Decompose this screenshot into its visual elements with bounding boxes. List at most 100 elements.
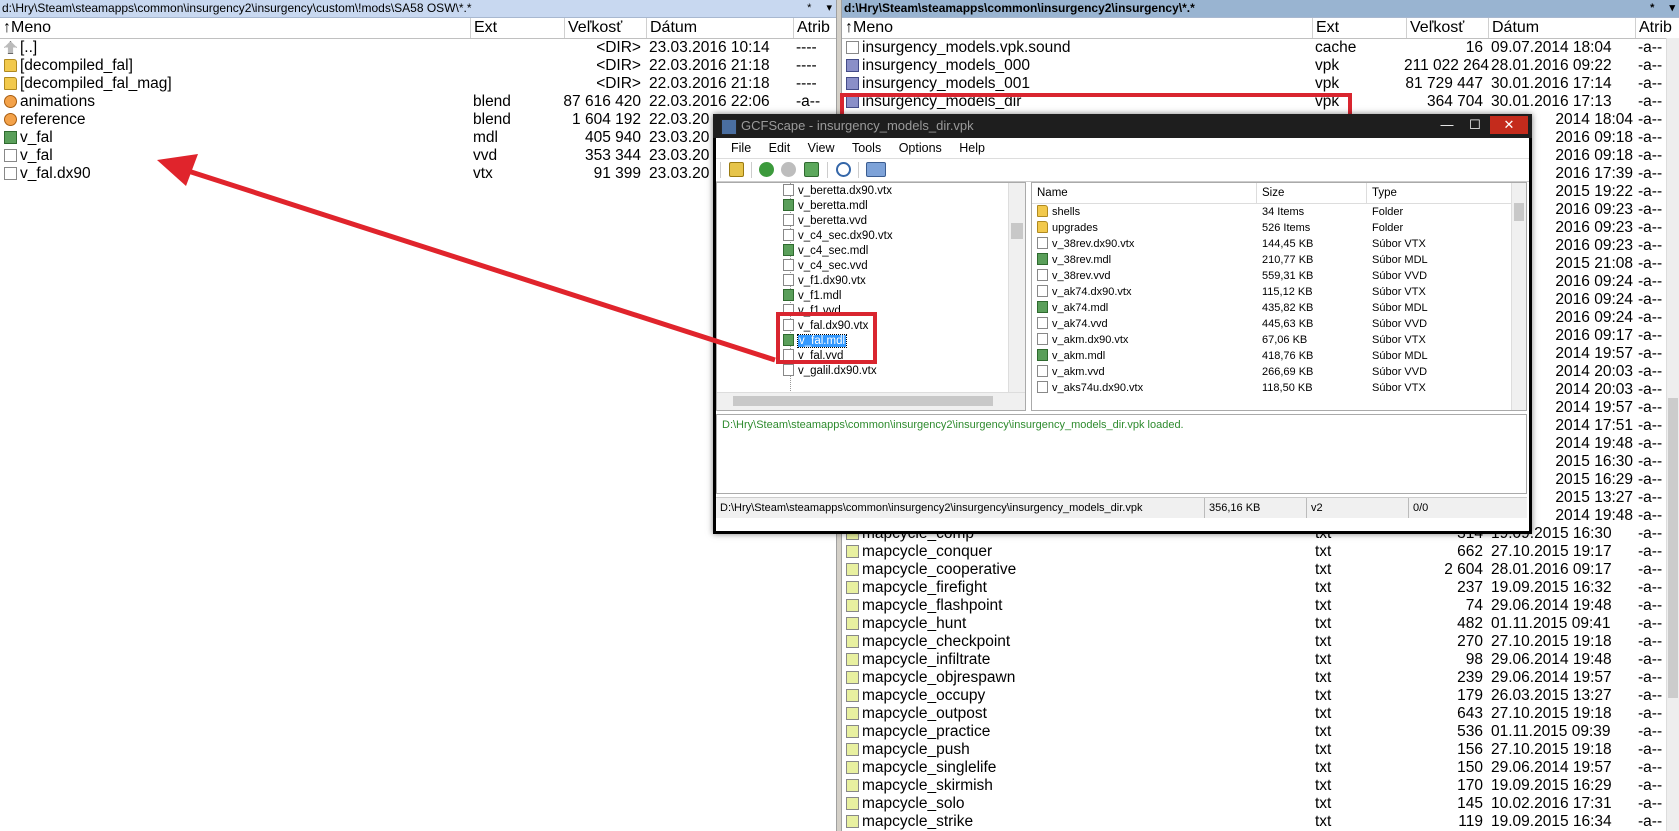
list-vscrollbar[interactable] — [1511, 183, 1526, 410]
tree-node[interactable]: v_beretta.dx90.vtx — [783, 183, 892, 199]
file-row[interactable]: mapcycle_objrespawn txt 239 29.06.2014 19:5… — [842, 669, 1679, 687]
file-row[interactable]: insurgency_models.vpk.sound cache 16 09.07.… — [842, 39, 1679, 57]
list-size-header[interactable]: Size — [1256, 183, 1366, 203]
file-row[interactable]: [decompiled_fal] <DIR> 22.03.2016 21:18 ---… — [0, 57, 836, 75]
list-item[interactable]: v_akm.mdl 418,76 KB Súbor MDL — [1032, 348, 1526, 364]
file-row[interactable]: mapcycle_strike txt 119 19.09.2015 16:34 -a-… — [842, 813, 1679, 831]
up-folder-icon[interactable] — [804, 162, 819, 177]
col-size-header[interactable]: Veľkosť — [1406, 18, 1488, 38]
list-item[interactable]: v_ak74.dx90.vtx 115,12 KB Súbor VTX — [1032, 284, 1526, 300]
forward-arrow-icon[interactable] — [781, 162, 796, 177]
col-date-header[interactable]: Dátum — [646, 18, 793, 38]
tree-node[interactable]: v_beretta.vvd — [783, 213, 867, 229]
list-item[interactable]: v_ak74.vvd 445,63 KB Súbor VVD — [1032, 316, 1526, 332]
col-ext-header[interactable]: Ext — [470, 18, 564, 38]
file-row[interactable]: mapcycle_conquer txt 662 27.10.2015 19:17 -a… — [842, 543, 1679, 561]
file-row[interactable]: [..] <DIR> 23.03.2016 10:14 ---- — [0, 39, 836, 57]
menu-file[interactable]: File — [724, 138, 758, 158]
file-row[interactable]: mapcycle_flashpoint txt 74 29.06.2014 19:48… — [842, 597, 1679, 615]
tree-node[interactable]: v_c4_sec.vvd — [783, 258, 868, 274]
file-row[interactable]: reference blend 1 604 192 22.03.20 — [0, 111, 836, 129]
find-icon[interactable] — [836, 162, 851, 177]
file-row[interactable]: v_fal vvd 353 344 23.03.20 — [0, 147, 836, 165]
gcf-folder-tree[interactable]: v_beretta.dx90.vtx v_beretta.mdl v_beretta… — [716, 182, 1026, 411]
list-item[interactable]: v_38rev.dx90.vtx 144,45 KB Súbor VTX — [1032, 236, 1526, 252]
list-item[interactable]: v_38rev.mdl 210,77 KB Súbor MDL — [1032, 252, 1526, 268]
right-scrollbar[interactable] — [1666, 38, 1679, 831]
tree-node[interactable]: v_beretta.mdl — [783, 198, 868, 214]
open-folder-icon[interactable] — [729, 162, 744, 177]
list-item[interactable]: v_akm.vvd 266,69 KB Súbor VVD — [1032, 364, 1526, 380]
col-ext-header[interactable]: Ext — [1312, 18, 1406, 38]
file-row[interactable]: mapcycle_occupy txt 179 26.03.2015 13:27 -a-… — [842, 687, 1679, 705]
tree-node[interactable]: v_f1.mdl — [783, 288, 841, 304]
scrollbar-thumb[interactable] — [1514, 203, 1524, 221]
list-item[interactable]: v_ak74.mdl 435,82 KB Súbor MDL — [1032, 300, 1526, 316]
tree-node[interactable]: v_galil.dx90.vtx — [783, 363, 877, 379]
gcfscape-window[interactable]: GCFScape - insurgency_models_dir.vpk — ☐… — [713, 114, 1532, 534]
menu-edit[interactable]: Edit — [762, 138, 798, 158]
file-row[interactable]: mapcycle_infiltrate txt 98 29.06.2014 19:48… — [842, 651, 1679, 669]
col-date-header[interactable]: Dátum — [1488, 18, 1635, 38]
col-name-header[interactable]: ↑Meno — [842, 18, 1312, 38]
file-row[interactable]: [decompiled_fal_mag] <DIR> 22.03.2016 21:1… — [0, 75, 836, 93]
gcf-file-list[interactable]: Name Size Type shells 34 Items Folder upgra… — [1031, 182, 1527, 411]
left-path-bar[interactable]: d:\Hry\Steam\steamapps\common\insurgency… — [0, 0, 836, 18]
file-row[interactable]: mapcycle_singlelife txt 150 29.06.2014 19:5… — [842, 759, 1679, 777]
file-row[interactable]: v_fal mdl 405 940 23.03.20 — [0, 129, 836, 147]
file-row[interactable]: mapcycle_push txt 156 27.10.2015 19:18 -a-- — [842, 741, 1679, 759]
gcf-titlebar[interactable]: GCFScape - insurgency_models_dir.vpk — ☐… — [713, 114, 1532, 138]
menu-options[interactable]: Options — [892, 138, 949, 158]
file-date-cell: 27.10.2015 19:18 — [1491, 741, 1612, 758]
close-button[interactable]: ✕ — [1490, 116, 1528, 134]
tree-node[interactable]: v_c4_sec.mdl — [783, 243, 868, 259]
file-row[interactable]: mapcycle_cooperative txt 2 604 28.01.2016 0… — [842, 561, 1679, 579]
right-path-bar[interactable]: d:\Hry\Steam\steamapps\common\insurgency… — [842, 0, 1679, 18]
col-name-header[interactable]: ↑Meno — [0, 18, 470, 38]
file-row[interactable]: insurgency_models_000 vpk 211 022 264 28.01… — [842, 57, 1679, 75]
file-row[interactable]: mapcycle_outpost txt 643 27.10.2015 19:18 -a… — [842, 705, 1679, 723]
file-row[interactable]: mapcycle_checkpoint txt 270 27.10.2015 19:1… — [842, 633, 1679, 651]
col-attr-header[interactable]: Atrib — [1635, 18, 1679, 38]
scrollbar-thumb[interactable] — [1011, 223, 1023, 239]
left-history-button[interactable]: * — [807, 2, 811, 14]
list-name: v_ak74.vvd — [1052, 318, 1108, 330]
tree-hscrollbar[interactable] — [717, 392, 1025, 410]
tree-node[interactable]: v_c4_sec.dx90.vtx — [783, 228, 893, 244]
menu-help[interactable]: Help — [952, 138, 992, 158]
minimize-button[interactable]: — — [1434, 116, 1460, 134]
tree-node[interactable]: v_f1.dx90.vtx — [783, 273, 866, 289]
file-row[interactable]: mapcycle_firefight txt 237 19.09.2015 16:32… — [842, 579, 1679, 597]
scrollbar-thumb[interactable] — [1668, 398, 1678, 698]
list-item[interactable]: v_akm.dx90.vtx 67,06 KB Súbor VTX — [1032, 332, 1526, 348]
file-row[interactable]: mapcycle_solo txt 145 10.02.2016 17:31 -a-- — [842, 795, 1679, 813]
left-file-panel[interactable]: d:\Hry\Steam\steamapps\common\insurgency… — [0, 0, 836, 831]
list-item[interactable]: shells 34 Items Folder — [1032, 204, 1526, 220]
right-history-button[interactable]: * — [1650, 2, 1654, 14]
col-size-header[interactable]: Veľkosť — [564, 18, 646, 38]
left-hotlist-button[interactable]: ▾ — [826, 2, 832, 14]
view-mode-icon[interactable] — [866, 162, 886, 177]
list-name-header[interactable]: Name — [1032, 183, 1256, 203]
file-row[interactable]: mapcycle_hunt txt 482 01.11.2015 09:41 -a-- — [842, 615, 1679, 633]
list-item[interactable]: v_38rev.vvd 559,31 KB Súbor VVD — [1032, 268, 1526, 284]
file-row[interactable]: animations blend 87 616 420 22.03.2016 22:0… — [0, 93, 836, 111]
list-type-header[interactable]: Type — [1366, 183, 1514, 203]
list-item[interactable]: upgrades 526 Items Folder — [1032, 220, 1526, 236]
file-row[interactable]: mapcycle_practice txt 536 01.11.2015 09:39-… — [842, 723, 1679, 741]
file-row[interactable]: insurgency_models_001 vpk 81 729 447 30.01.… — [842, 75, 1679, 93]
list-name: v_38rev.mdl — [1052, 254, 1112, 266]
scrollbar-thumb[interactable] — [733, 396, 993, 406]
menu-tools[interactable]: Tools — [845, 138, 888, 158]
col-attr-header[interactable]: Atrib — [793, 18, 836, 38]
file-row[interactable]: v_fal.dx90 vtx 91 399 23.03.20 — [0, 165, 836, 183]
file-row[interactable]: mapcycle_skirmish txt 170 19.09.2015 16:29-… — [842, 777, 1679, 795]
maximize-button[interactable]: ☐ — [1462, 116, 1488, 134]
menu-view[interactable]: View — [801, 138, 842, 158]
right-hotlist-button[interactable]: ▾ — [1669, 2, 1675, 14]
file-date-cell: 2015 13:27 — [1555, 489, 1633, 506]
file-name-cell: mapcycle_objrespawn — [846, 669, 1306, 687]
list-item[interactable]: v_aks74u.dx90.vtx 118,50 KB Súbor VTX — [1032, 380, 1526, 396]
back-arrow-icon[interactable] — [759, 162, 774, 177]
tree-vscrollbar[interactable] — [1008, 183, 1025, 394]
